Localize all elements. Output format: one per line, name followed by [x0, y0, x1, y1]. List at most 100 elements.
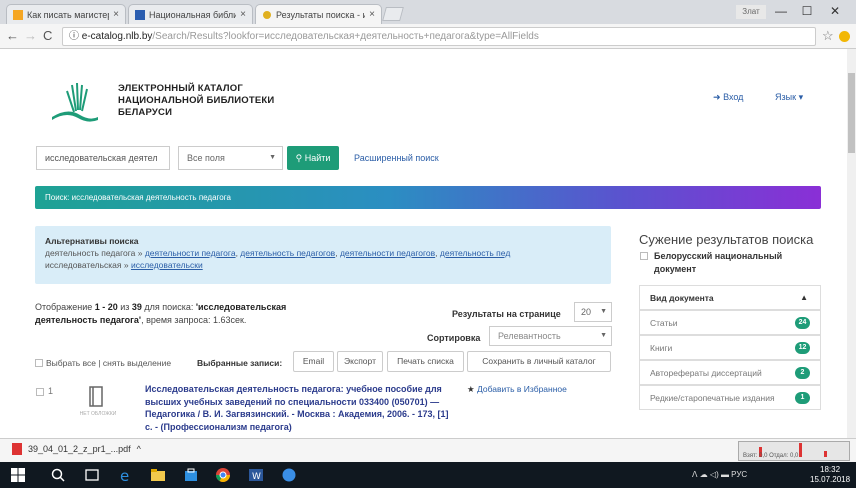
tab-magister[interactable]: Как писать магистерс ×	[6, 4, 126, 24]
save-to-catalog-button[interactable]: Сохранить в личный каталог	[467, 351, 611, 372]
facet-count-badge: 12	[795, 342, 810, 354]
store-icon[interactable]	[183, 467, 199, 483]
find-button-label: Найти	[304, 153, 331, 163]
bnd-label: Белорусский национальный документ	[654, 251, 783, 274]
per-page-select[interactable]: 20 ▼	[574, 302, 612, 322]
alternative-link[interactable]: деятельность педагогов	[240, 248, 335, 258]
result-checkbox[interactable]	[36, 388, 44, 396]
advanced-search-link[interactable]: Расширенный поиск	[354, 153, 439, 163]
forward-icon[interactable]: →	[24, 28, 37, 43]
system-tray[interactable]: ᐱ ☁ ◁) ▬ РУС	[692, 470, 747, 479]
facet-item-abstracts[interactable]: Авторефераты диссертаций 2	[639, 360, 821, 385]
find-button[interactable]: ⚲ Найти	[287, 146, 339, 170]
sidebar-title: Сужение результатов поиска	[639, 232, 814, 247]
search-icon: ⚲	[295, 153, 303, 163]
result-number: 1	[48, 386, 54, 396]
brand-line-3: БЕЛАРУСИ	[118, 107, 173, 118]
search-alternatives: Альтернативы поиска деятельность педагог…	[35, 226, 611, 284]
edge-browser-icon[interactable]: e	[118, 467, 134, 483]
facet-count-badge: 2	[795, 367, 810, 379]
alternative-link[interactable]: исследовательски	[131, 260, 203, 270]
tab-label: Национальная библиот	[149, 9, 236, 20]
caret-down-icon: ▼	[600, 332, 607, 339]
select-all-toggle[interactable]: Выбрать все | снять выделение	[35, 358, 171, 368]
bookmark-star-icon[interactable]: ☆	[822, 28, 834, 44]
minimize-icon[interactable]: —	[770, 4, 792, 18]
download-item[interactable]: 39_04_01_2_z_pr1_...pdf ^	[12, 443, 141, 455]
windows-taskbar: e W ᐱ ☁ ◁) ▬ РУС 18:32 15.07.2018	[0, 462, 856, 488]
reload-icon[interactable]: C	[43, 28, 52, 43]
chrome-icon[interactable]	[215, 467, 231, 483]
library-logo-icon	[52, 82, 98, 122]
download-bar: 39_04_01_2_z_pr1_...pdf ^ Взят: 0,0 Отда…	[0, 438, 856, 462]
facet-item-articles[interactable]: Статьи 24	[639, 310, 821, 335]
catalog-favicon-icon	[263, 10, 271, 19]
scrollbar-thumb[interactable]	[848, 73, 855, 153]
search-input[interactable]: исследовательская деятел	[36, 146, 170, 170]
bookmark-favicon-icon	[13, 9, 23, 20]
facet-item-books[interactable]: Книги 12	[639, 335, 821, 360]
tab-close-icon[interactable]: ×	[113, 9, 119, 20]
add-favorites-link[interactable]: ★ Добавить в Избранное	[467, 384, 567, 395]
search-icon[interactable]	[50, 467, 66, 483]
brand-title[interactable]: ЭЛЕКТРОННЫЙ КАТАЛОГ НАЦИОНАЛЬНОЙ БИБЛИОТ…	[118, 83, 274, 119]
bnd-filter[interactable]: Белорусский национальный документ	[640, 250, 810, 276]
facet-label: Книги	[650, 343, 673, 353]
caret-up-icon: ▲	[800, 293, 808, 302]
facet-header[interactable]: Вид документа ▲	[639, 285, 821, 310]
tab-search-results[interactable]: Результаты поиска - ис ×	[255, 4, 382, 24]
sort-select[interactable]: Релевантность ▼	[489, 326, 612, 346]
widget-caption: Взят: 0,0 Отдал: 0,0	[743, 453, 799, 459]
close-window-icon[interactable]: ✕	[824, 4, 846, 18]
print-list-button[interactable]: Печать списка	[387, 351, 464, 372]
facet-label: Редкие/старопечатные издания	[650, 393, 775, 403]
extension-icon[interactable]	[839, 31, 850, 42]
file-explorer-icon[interactable]	[150, 467, 166, 483]
activity-bar	[824, 451, 827, 457]
export-button[interactable]: Экспорт	[337, 351, 383, 372]
search-field-select[interactable]: Все поля ▼	[178, 146, 283, 170]
site-info-icon[interactable]: ⓘ	[69, 31, 79, 42]
alternative-link[interactable]: деятельности педагогов	[340, 248, 435, 258]
chevron-up-icon[interactable]: ^	[137, 444, 141, 454]
result-title-link[interactable]: Исследовательская деятельность педагога:…	[145, 383, 455, 433]
selected-records-label: Выбранные записи:	[197, 358, 283, 368]
results-range: 1 - 20	[94, 302, 118, 312]
page-scrollbar[interactable]	[847, 49, 856, 438]
tab-close-icon[interactable]: ×	[369, 9, 375, 20]
alternative-link[interactable]: деятельность пед	[440, 248, 510, 258]
activity-bar	[799, 443, 802, 457]
results-time: , время запроса: 1.63сек.	[141, 315, 247, 325]
language-dropdown[interactable]: Язык ▾	[775, 92, 803, 103]
language-label: Язык	[775, 92, 797, 102]
back-icon[interactable]: ←	[6, 28, 19, 43]
url-path: /Search/Results?lookfor=исследовательска…	[152, 31, 539, 42]
tab-nlb[interactable]: Национальная библиот ×	[128, 4, 253, 24]
globe-icon[interactable]	[281, 467, 297, 483]
windows-start-icon[interactable]	[10, 467, 26, 483]
facet-item-rare[interactable]: Редкие/старопечатные издания 1	[639, 385, 821, 410]
maximize-icon[interactable]: ☐	[796, 4, 818, 18]
bnd-checkbox[interactable]	[640, 252, 648, 260]
per-page-value: 20	[581, 307, 592, 317]
url-field[interactable]: ⓘ e-catalog.nlb.by/Search/Results?lookfo…	[62, 27, 816, 46]
email-button[interactable]: Email	[293, 351, 334, 372]
word-icon[interactable]: W	[248, 467, 264, 483]
login-link[interactable]: ➜ Вход	[713, 92, 743, 103]
user-profile[interactable]: Злат	[736, 5, 766, 19]
brand-line-1: ЭЛЕКТРОННЫЙ КАТАЛОГ	[118, 83, 243, 94]
per-page-label: Результаты на странице	[452, 309, 561, 319]
taskbar-clock[interactable]: 18:32 15.07.2018	[810, 465, 850, 485]
page-viewport: ЭЛЕКТРОННЫЙ КАТАЛОГ НАЦИОНАЛЬНОЙ БИБЛИОТ…	[0, 49, 847, 438]
select-all-checkbox[interactable]	[35, 359, 43, 367]
task-view-icon[interactable]	[84, 467, 100, 483]
tab-close-icon[interactable]: ×	[240, 9, 246, 20]
alternative-link[interactable]: деятельности педагога	[145, 248, 236, 258]
new-tab-button[interactable]	[382, 7, 404, 21]
alternatives-prefix: исследовательская »	[45, 260, 131, 270]
sort-value: Релевантность	[498, 331, 561, 341]
caret-down-icon: ▼	[269, 154, 276, 161]
facet-title: Вид документа	[650, 293, 714, 303]
svg-text:e: e	[120, 467, 129, 483]
pdf-file-icon	[12, 443, 22, 455]
